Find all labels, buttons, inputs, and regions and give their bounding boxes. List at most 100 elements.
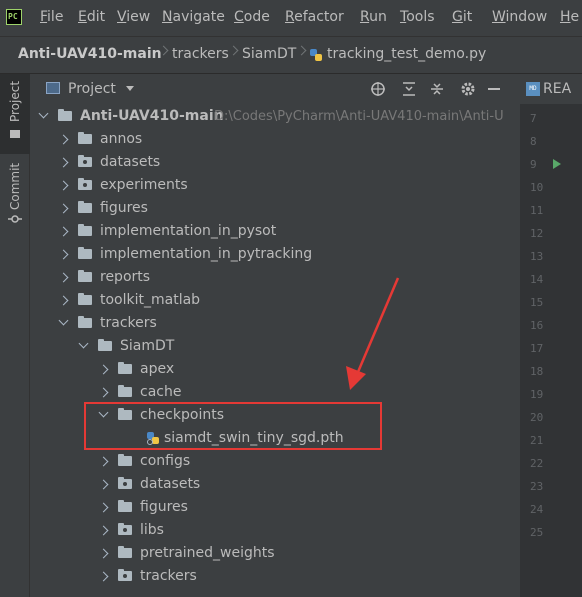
chevron-right-icon[interactable] [98, 571, 109, 582]
tree-row-experiments[interactable]: experiments [30, 174, 520, 197]
project-view-icon [46, 82, 60, 94]
folder-icon [78, 270, 92, 282]
locate-icon[interactable] [370, 81, 386, 97]
chevron-right-icon[interactable] [58, 226, 69, 237]
chevron-down-icon[interactable] [38, 108, 49, 119]
collapse-all-icon[interactable] [430, 81, 444, 97]
tree-label: implementation_in_pysot [100, 223, 277, 239]
chevron-right-icon[interactable] [98, 548, 109, 559]
tree-row-cache[interactable]: cache [30, 381, 520, 404]
breadcrumb-siamdt[interactable]: SiamDT [242, 46, 296, 62]
run-icon[interactable] [553, 159, 561, 169]
menu-git[interactable]: Git [452, 9, 472, 25]
tree-label: experiments [100, 177, 188, 193]
line-number: 9 [530, 158, 537, 171]
folder-icon [78, 201, 92, 213]
chevron-down-icon[interactable] [58, 315, 69, 326]
commit-icon [8, 215, 22, 223]
tree-label: figures [100, 200, 148, 216]
menu-run[interactable]: Run [360, 9, 387, 25]
breadcrumb-trackers[interactable]: trackers [172, 46, 229, 62]
tree-row-configs[interactable]: configs [30, 450, 520, 473]
tree-label: cache [140, 384, 182, 400]
editor-tab-label: REA [543, 81, 572, 97]
menu-file[interactable]: File [40, 9, 63, 25]
chevron-right-icon[interactable] [58, 295, 69, 306]
chevron-right-icon[interactable] [98, 456, 109, 467]
tree-label: trackers [140, 568, 197, 584]
line-number: 23 [530, 480, 544, 493]
tree-label: SiamDT [120, 338, 175, 354]
editor-tab[interactable]: MD REA [520, 74, 582, 104]
breadcrumb-project[interactable]: Anti-UAV410-main [18, 46, 162, 62]
breadcrumb-separator-icon [228, 45, 239, 56]
menu-view[interactable]: View [117, 9, 150, 25]
pycharm-logo-icon[interactable]: PC [6, 9, 22, 25]
chevron-right-icon[interactable] [58, 157, 69, 168]
chevron-right-icon[interactable] [98, 525, 109, 536]
menu-edit[interactable]: Edit [78, 9, 105, 25]
tree-row-trackers[interactable]: trackers [30, 312, 520, 335]
tool-tab-project[interactable]: Project [0, 74, 30, 154]
tree-row-annos[interactable]: annos [30, 128, 520, 151]
hide-icon[interactable] [488, 88, 500, 90]
chevron-right-icon[interactable] [58, 249, 69, 260]
tree-row-root[interactable]: Anti-UAV410-main D:\Codes\PyCharm\Anti-U… [30, 105, 520, 128]
chevron-right-icon[interactable] [58, 272, 69, 283]
project-view-selector[interactable]: Project [68, 81, 116, 97]
tree-row-toolkit-matlab[interactable]: toolkit_matlab [30, 289, 520, 312]
chevron-right-icon[interactable] [98, 387, 109, 398]
folder-icon [118, 546, 132, 558]
folder-icon [78, 316, 92, 328]
tree-label: implementation_in_pytracking [100, 246, 313, 262]
tool-window-strip: Project Commit [0, 74, 30, 597]
breadcrumb-file[interactable]: tracking_test_demo.py [327, 46, 486, 62]
tool-tab-commit[interactable]: Commit [0, 158, 30, 228]
folder-icon [58, 109, 72, 121]
tree-row-siamdt[interactable]: SiamDT [30, 335, 520, 358]
line-number: 13 [530, 250, 544, 263]
tree-label: pretrained_weights [140, 545, 275, 561]
tree-label: datasets [100, 154, 161, 170]
menu-code[interactable]: Code [234, 9, 270, 25]
tree-row-figures[interactable]: figures [30, 197, 520, 220]
tree-row-datasets[interactable]: datasets [30, 151, 520, 174]
chevron-right-icon[interactable] [58, 203, 69, 214]
tree-label: apex [140, 361, 175, 377]
chevron-right-icon[interactable] [58, 134, 69, 145]
tree-row-pretrained-weights[interactable]: pretrained_weights [30, 542, 520, 565]
chevron-down-icon[interactable] [78, 338, 89, 349]
line-number: 12 [530, 227, 544, 240]
tree-row-figures-2[interactable]: figures [30, 496, 520, 519]
package-folder-icon [118, 477, 132, 489]
line-number: 19 [530, 388, 544, 401]
tree-row-datasets-2[interactable]: datasets [30, 473, 520, 496]
line-number: 22 [530, 457, 544, 470]
line-number: 8 [530, 135, 537, 148]
chevron-right-icon[interactable] [98, 364, 109, 375]
breadcrumb: Anti-UAV410-main trackers SiamDT trackin… [0, 36, 582, 74]
menu-refactor[interactable]: Refactor [285, 9, 344, 25]
chevron-down-icon[interactable] [126, 86, 134, 91]
tree-row-apex[interactable]: apex [30, 358, 520, 381]
menu-window[interactable]: Window [492, 9, 547, 25]
python-file-icon [310, 49, 322, 61]
menu-bar: PC File Edit View Navigate Code Refactor… [0, 0, 582, 36]
line-number: 21 [530, 434, 544, 447]
folder-icon [118, 362, 132, 374]
chevron-right-icon[interactable] [98, 502, 109, 513]
menu-tools[interactable]: Tools [400, 9, 435, 25]
line-number: 15 [530, 296, 544, 309]
menu-navigate[interactable]: Navigate [162, 9, 225, 25]
tree-row-trackers-2[interactable]: trackers [30, 565, 520, 588]
chevron-right-icon[interactable] [98, 479, 109, 490]
project-tree: Anti-UAV410-main D:\Codes\PyCharm\Anti-U… [30, 104, 520, 597]
menu-help[interactable]: He [560, 9, 579, 25]
tree-row-reports[interactable]: reports [30, 266, 520, 289]
gear-icon[interactable] [460, 81, 476, 97]
chevron-right-icon[interactable] [58, 180, 69, 191]
expand-all-icon[interactable] [402, 81, 416, 97]
tree-row-implementation-in-pytracking[interactable]: implementation_in_pytracking [30, 243, 520, 266]
tree-row-libs[interactable]: libs [30, 519, 520, 542]
tree-row-implementation-in-pysot[interactable]: implementation_in_pysot [30, 220, 520, 243]
